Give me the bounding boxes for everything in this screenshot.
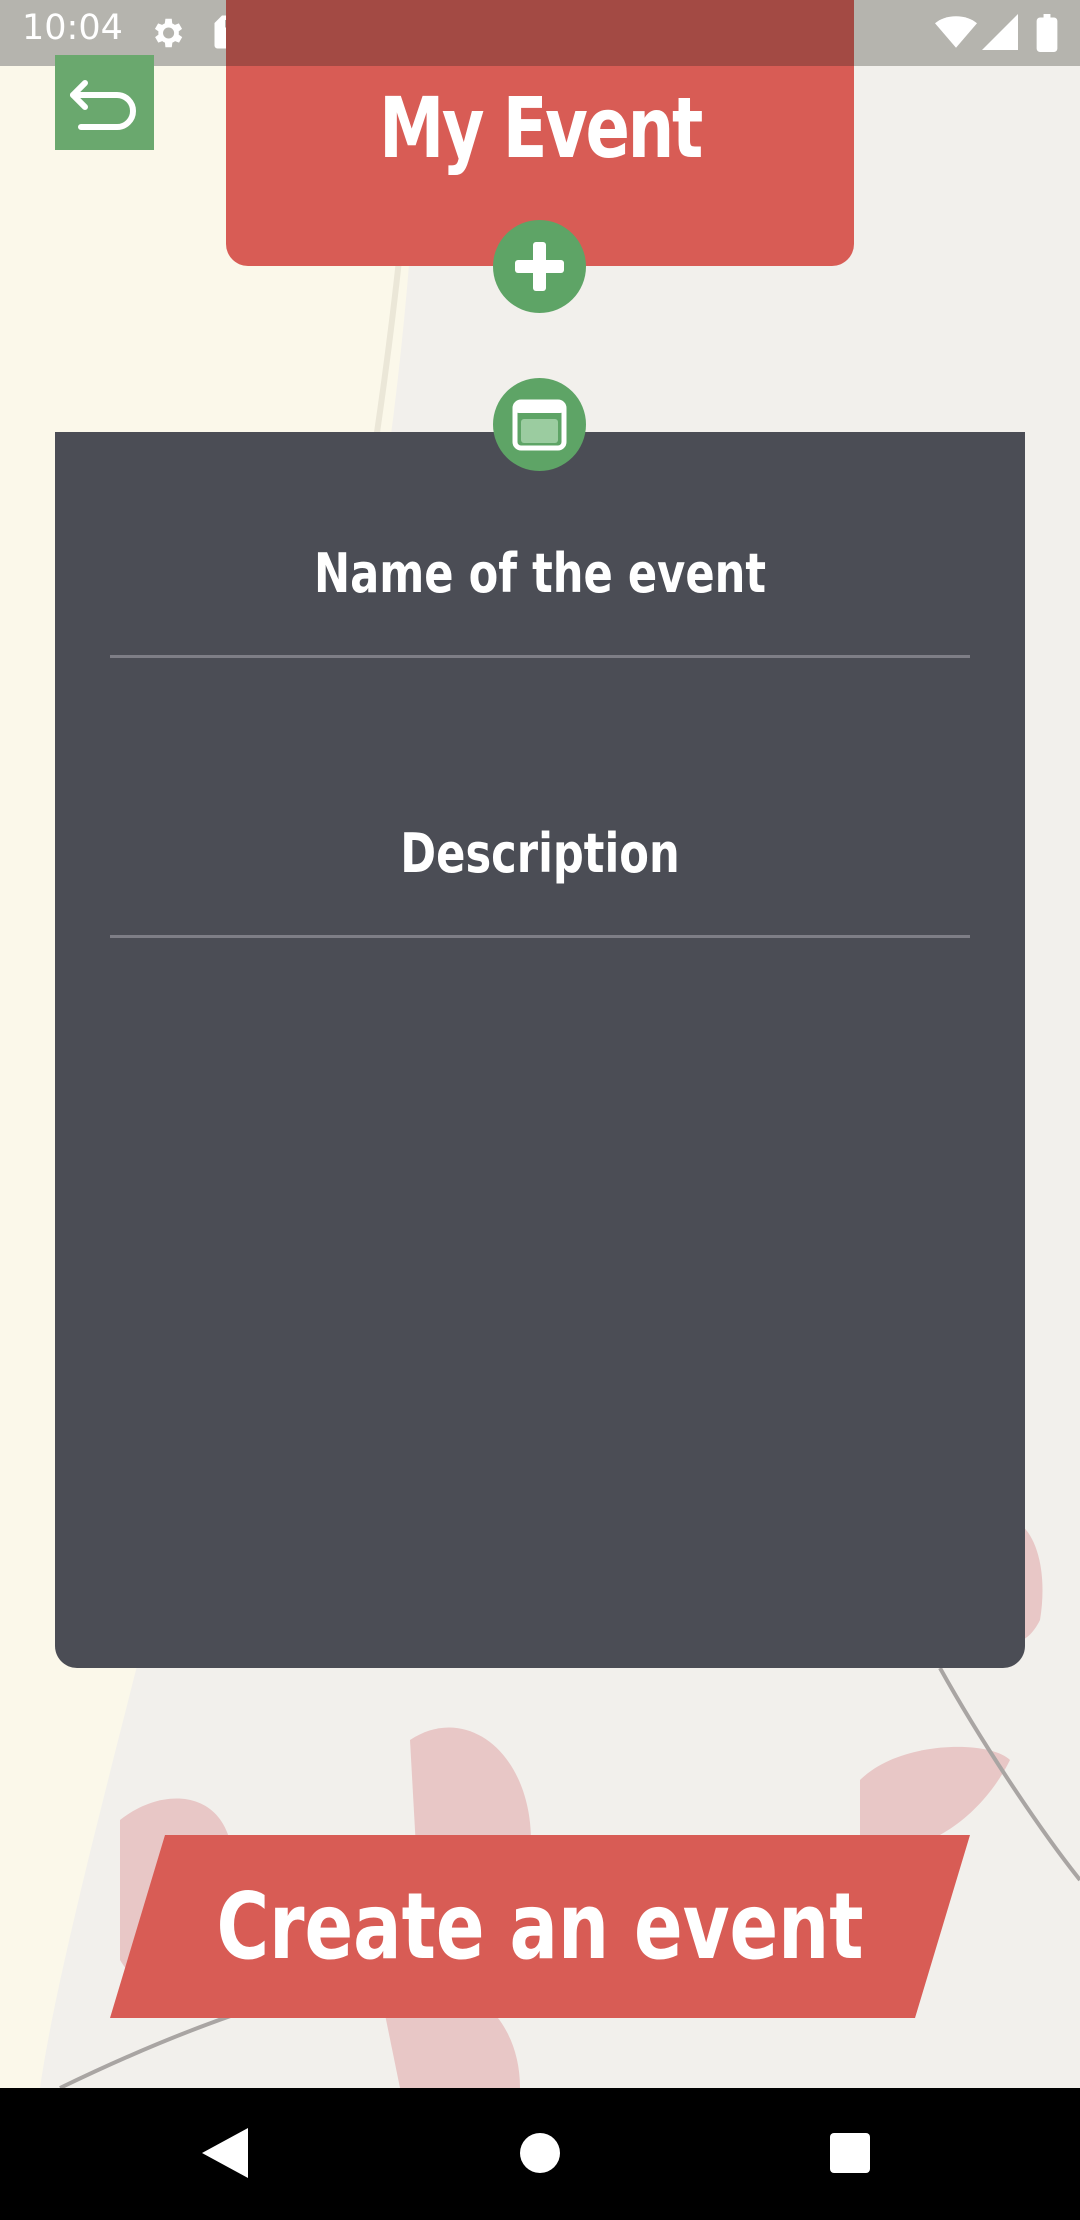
- back-button[interactable]: [55, 55, 154, 150]
- event-name-field[interactable]: Name of the event: [152, 542, 928, 605]
- add-button[interactable]: [493, 220, 586, 313]
- calendar-icon: [512, 399, 567, 451]
- gear-icon: [148, 14, 186, 56]
- status-time: 10:04: [22, 8, 123, 48]
- recents-square-icon[interactable]: [828, 2128, 872, 2182]
- navigation-bar: [0, 2088, 1080, 2220]
- back-triangle-icon[interactable]: [202, 2128, 248, 2182]
- calendar-button[interactable]: [493, 378, 586, 471]
- event-name-underline: [110, 655, 970, 658]
- event-form-card: Name of the event Description: [55, 432, 1025, 1668]
- description-underline: [110, 935, 970, 938]
- plus-icon: [515, 242, 564, 291]
- battery-icon: [1036, 14, 1058, 56]
- description-field[interactable]: Description: [152, 822, 928, 885]
- home-circle-icon[interactable]: [518, 2128, 562, 2182]
- signal-icon: [982, 14, 1018, 54]
- page-title: My Event: [379, 79, 703, 177]
- status-bar-overlay: [226, 0, 854, 66]
- back-arrow-icon: [70, 80, 136, 130]
- create-event-button[interactable]: Create an event: [205, 1835, 876, 2018]
- wifi-icon: [935, 14, 977, 54]
